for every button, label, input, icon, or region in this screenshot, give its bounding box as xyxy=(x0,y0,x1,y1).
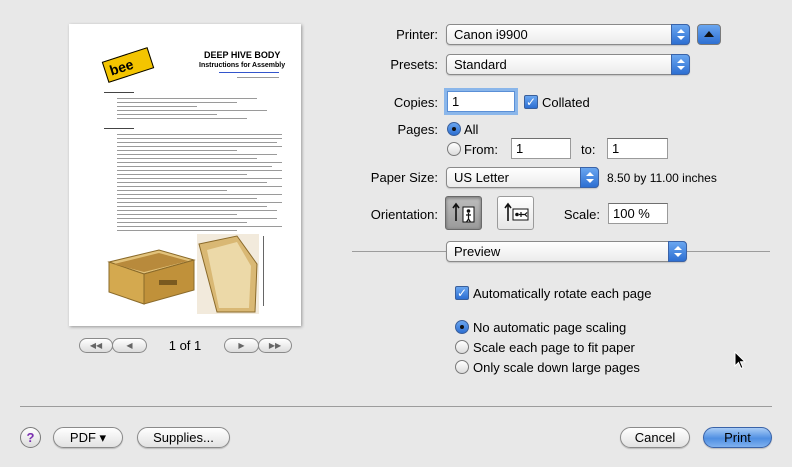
paper-size-value: US Letter xyxy=(454,170,509,185)
copies-field[interactable]: 1 xyxy=(447,91,515,112)
collated-checkbox[interactable]: ✓ xyxy=(524,95,538,109)
section-popup[interactable]: Preview xyxy=(446,241,687,262)
scale-to-fit-radio[interactable] xyxy=(455,340,469,354)
bee-logo: bee xyxy=(101,47,155,83)
pages-from-radio[interactable] xyxy=(447,142,461,156)
disclosure-up-icon xyxy=(704,31,714,37)
hive-box-image xyxy=(104,242,199,312)
scale-label: Scale: xyxy=(563,207,600,222)
preview-page: bee DEEP HIVE BODY Instructions for Asse… xyxy=(69,24,301,326)
doc-subtitle: Instructions for Assembly xyxy=(199,62,286,69)
pages-to-field[interactable]: 1 xyxy=(607,138,668,159)
printer-value: Canon i9900 xyxy=(454,27,528,42)
mouse-cursor-icon xyxy=(734,351,746,370)
auto-rotate-checkbox[interactable]: ✓ xyxy=(455,286,469,300)
collated-label: Collated xyxy=(542,95,590,110)
scale-to-fit-label: Scale each page to fit paper xyxy=(473,340,635,355)
section-popup-value: Preview xyxy=(454,244,501,259)
hive-frame-image xyxy=(197,234,259,314)
orientation-landscape-button[interactable] xyxy=(497,196,534,230)
pages-to-label: to: xyxy=(581,142,596,157)
paper-size-label: Paper Size: xyxy=(370,170,438,185)
doc-link-line xyxy=(219,72,279,73)
next-page-button[interactable]: ▶ xyxy=(224,338,259,353)
orientation-label: Orientation: xyxy=(370,207,438,222)
doc-title: DEEP HIVE BODY xyxy=(204,50,281,60)
no-scaling-radio[interactable] xyxy=(455,320,469,334)
first-page-button[interactable]: ◀◀ xyxy=(79,338,113,353)
previous-page-button[interactable]: ◀ xyxy=(112,338,147,353)
paper-dimensions: 8.50 by 11.00 inches xyxy=(607,171,717,185)
pages-from-label: From: xyxy=(464,142,498,157)
help-button[interactable]: ? xyxy=(20,427,41,448)
last-page-button[interactable]: ▶▶ xyxy=(258,338,292,353)
bee-logo-text: bee xyxy=(107,55,136,79)
pages-all-label: All xyxy=(464,122,479,137)
doc-line xyxy=(263,236,264,306)
landscape-orientation-icon xyxy=(504,202,529,221)
popup-arrows-icon xyxy=(668,241,687,262)
presets-label: Presets: xyxy=(390,57,438,72)
cancel-button[interactable]: Cancel xyxy=(620,427,690,448)
orientation-portrait-button[interactable] xyxy=(445,196,482,230)
supplies-button[interactable]: Supplies... xyxy=(137,427,230,448)
auto-rotate-label: Automatically rotate each page xyxy=(473,286,652,301)
printer-popup[interactable]: Canon i9900 xyxy=(446,24,690,45)
scale-field[interactable]: 100 % xyxy=(608,203,668,224)
scale-down-radio[interactable] xyxy=(455,360,469,374)
page-counter: 1 of 1 xyxy=(168,338,202,353)
popup-arrows-icon xyxy=(671,54,690,75)
pages-from-field[interactable]: 1 xyxy=(511,138,571,159)
help-icon: ? xyxy=(26,430,35,445)
no-scaling-label: No automatic page scaling xyxy=(473,320,627,335)
scale-down-label: Only scale down large pages xyxy=(473,360,640,375)
footer-separator xyxy=(20,406,772,407)
disclosure-button[interactable] xyxy=(697,24,721,45)
doc-line xyxy=(237,77,279,78)
popup-arrows-icon xyxy=(580,167,599,188)
pages-label: Pages: xyxy=(397,122,438,137)
print-button[interactable]: Print xyxy=(703,427,772,448)
pdf-button[interactable]: PDF ▾ xyxy=(53,427,123,448)
popup-arrows-icon xyxy=(671,24,690,45)
presets-popup[interactable]: Standard xyxy=(446,54,690,75)
paper-size-popup[interactable]: US Letter xyxy=(446,167,599,188)
presets-value: Standard xyxy=(454,57,507,72)
portrait-orientation-icon xyxy=(452,202,475,223)
copies-label: Copies: xyxy=(393,95,438,110)
printer-label: Printer: xyxy=(396,27,438,42)
pages-all-radio[interactable] xyxy=(447,122,461,136)
